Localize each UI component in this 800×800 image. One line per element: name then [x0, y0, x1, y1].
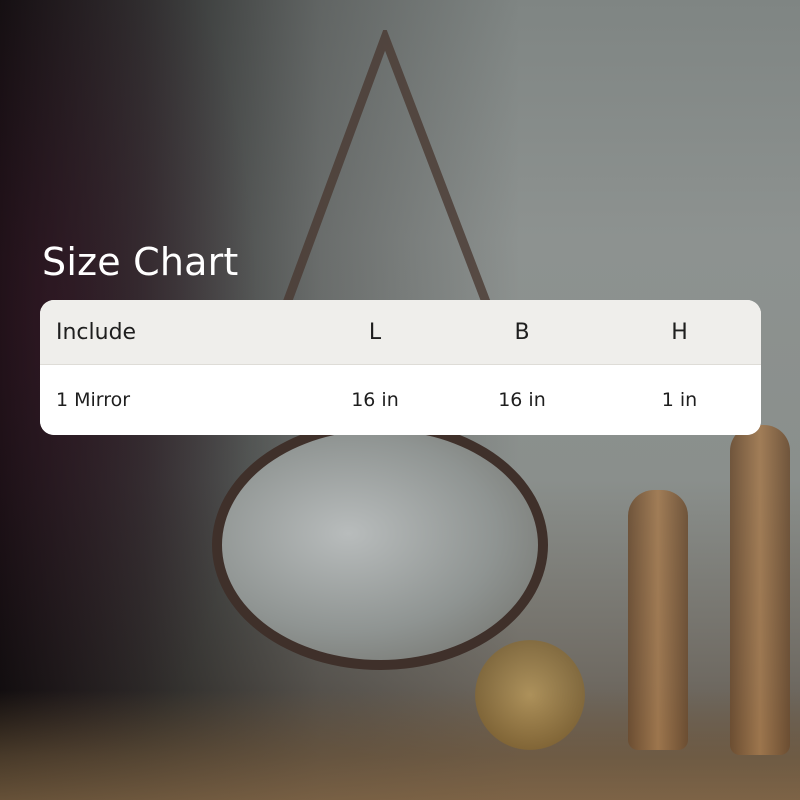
cell-include: 1 Mirror	[56, 389, 131, 411]
cell-length: 16 in	[351, 389, 399, 411]
header-breadth: B	[514, 319, 530, 345]
candle-holder-image	[628, 490, 688, 750]
size-chart-table: Include L B H 1 Mirror 16 in 16 in 1 in	[40, 300, 761, 435]
deer-figurine-image	[475, 640, 585, 750]
header-include: Include	[56, 319, 137, 345]
header-height: H	[671, 319, 688, 345]
mirror-image	[212, 420, 548, 670]
table-header-row: Include L B H	[40, 300, 761, 365]
cell-breadth: 16 in	[498, 389, 546, 411]
cell-height: 1 in	[661, 389, 698, 411]
candle-holder-image	[730, 425, 790, 755]
page-title: Size Chart	[42, 240, 239, 284]
table-row: 1 Mirror 16 in 16 in 1 in	[40, 365, 761, 435]
header-length: L	[368, 319, 382, 345]
